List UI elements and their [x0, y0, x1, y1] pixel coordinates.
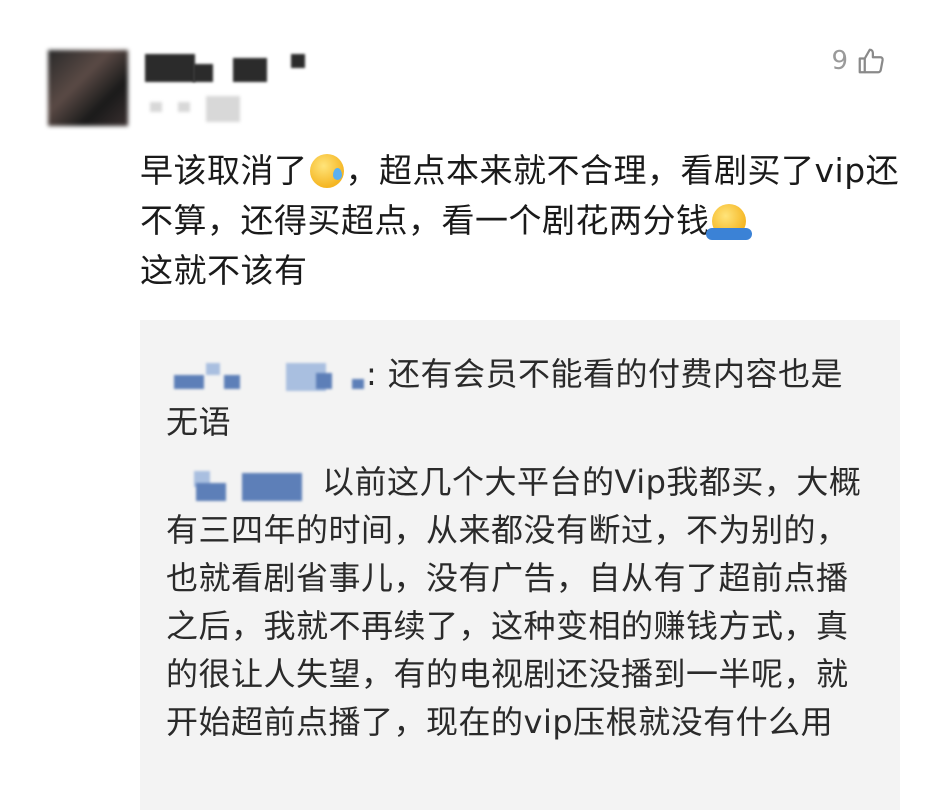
like-count: 9 [831, 46, 848, 76]
like-button[interactable]: 9 [831, 46, 886, 76]
reply-username-blurred[interactable] [166, 361, 366, 391]
reply-item[interactable]: 以前这几个大平台的Vip我都买，大概有三四年的时间，从来都没有断过，不为别的，也… [166, 458, 866, 746]
timestamp-blurred [150, 96, 245, 122]
comment-text: 早该取消了 ，超点本来就不合理，看剧买了vip还不算，还得买超点，看一个剧花两分钱… [140, 151, 900, 290]
replies-container[interactable]: : 还有会员不能看的付费内容也是 无语 以前这几个大平台的Vip我都买，大概有三… [140, 320, 900, 810]
user-avatar[interactable] [48, 50, 128, 126]
reply-item[interactable]: : 还有会员不能看的付费内容也是 无语 [166, 350, 866, 446]
reply-username-blurred[interactable] [166, 469, 316, 501]
shrug-person-emoji [705, 204, 752, 240]
username-blurred[interactable] [145, 50, 310, 84]
thumbs-up-outline-icon [858, 48, 884, 74]
sweat-face-emoji [309, 154, 344, 188]
